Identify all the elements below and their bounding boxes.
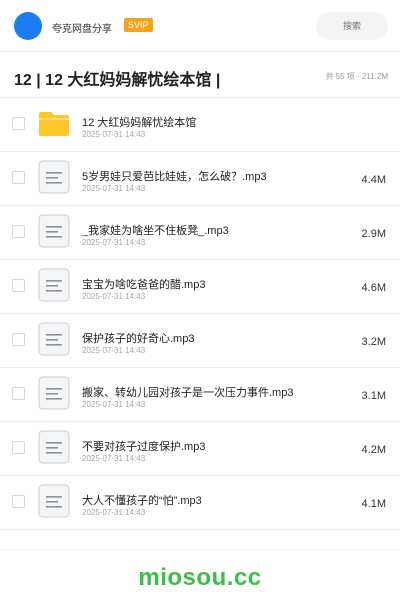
file-name[interactable]: 保护孩子的好奇心.mp3 — [82, 330, 194, 346]
file-name[interactable]: 搬家、转幼儿园对孩子是一次压力事件.mp3 — [82, 384, 293, 400]
document-icon — [38, 268, 70, 302]
file-row[interactable]: _我家娃为啥坐不住板凳_.mp3 2025-07-31 14:43 2.9M — [0, 206, 400, 260]
file-date: 2025-07-31 14:43 — [82, 346, 146, 355]
select-checkbox[interactable] — [12, 495, 25, 508]
brand-label: 夸克网盘分享 — [52, 24, 112, 35]
file-size: 2.9M — [361, 228, 386, 240]
document-icon — [38, 214, 70, 248]
select-checkbox[interactable] — [12, 171, 25, 184]
folder-icon — [38, 106, 70, 140]
file-size: 4.2M — [361, 444, 386, 456]
document-icon — [38, 484, 70, 518]
file-size: 3.2M — [361, 336, 386, 348]
file-date: 2025-07-31 14:43 — [82, 130, 146, 139]
page-title: 12 | 12 大红妈妈解忧绘本馆 | — [14, 72, 221, 89]
document-icon — [38, 376, 70, 410]
file-name[interactable]: 不要对孩子过度保护.mp3 — [82, 438, 205, 454]
file-row[interactable]: 5岁男娃只爱芭比娃娃，怎么破？.mp3 2025-07-31 14:43 4.4M — [0, 152, 400, 206]
document-icon — [38, 322, 70, 356]
file-date: 2025-07-31 14:43 — [82, 238, 146, 247]
file-row[interactable]: 保护孩子的好奇心.mp3 2025-07-31 14:43 3.2M — [0, 314, 400, 368]
search-input[interactable] — [316, 12, 388, 40]
file-size: 4.6M — [361, 282, 386, 294]
file-size: 4.1M — [361, 498, 386, 510]
select-checkbox[interactable] — [12, 225, 25, 238]
file-date: 2025-07-31 14:43 — [82, 292, 146, 301]
file-row[interactable]: 搬家、转幼儿园对孩子是一次压力事件.mp3 2025-07-31 14:43 3.1… — [0, 368, 400, 422]
site-logo: miosou.cc — [138, 564, 262, 591]
select-checkbox[interactable] — [12, 441, 25, 454]
file-name[interactable]: 12 大红妈妈解忧绘本馆 — [82, 114, 196, 130]
file-name[interactable]: 5岁男娃只爱芭比娃娃，怎么破？.mp3 — [82, 168, 267, 184]
file-list: 12 大红妈妈解忧绘本馆 2025-07-31 14:43 5岁男娃只爱芭比娃娃，怎… — [0, 98, 400, 530]
svip-badge: SVIP — [124, 18, 153, 32]
footer: miosou.cc — [0, 549, 400, 600]
select-checkbox[interactable] — [12, 117, 25, 130]
file-name[interactable]: _我家娃为啥坐不住板凳_.mp3 — [82, 222, 229, 238]
item-count-summary: 共 55 项 · 211.2M — [325, 72, 388, 81]
file-name[interactable]: 宝宝为啥吃爸爸的醋.mp3 — [82, 276, 205, 292]
file-date: 2025-07-31 14:43 — [82, 400, 146, 409]
folder-row[interactable]: 12 大红妈妈解忧绘本馆 2025-07-31 14:43 — [0, 98, 400, 152]
file-size: 4.4M — [361, 174, 386, 186]
file-date: 2025-07-31 14:43 — [82, 184, 146, 193]
select-checkbox[interactable] — [12, 387, 25, 400]
avatar[interactable] — [14, 12, 42, 40]
file-row[interactable]: 大人不懂孩子的“怕”.mp3 2025-07-31 14:43 4.1M — [0, 476, 400, 530]
folder-title-bar: 12 | 12 大红妈妈解忧绘本馆 | 共 55 项 · 211.2M — [0, 52, 400, 98]
select-checkbox[interactable] — [12, 333, 25, 346]
file-row[interactable]: 宝宝为啥吃爸爸的醋.mp3 2025-07-31 14:43 4.6M — [0, 260, 400, 314]
file-size: 3.1M — [361, 390, 386, 402]
select-checkbox[interactable] — [12, 279, 25, 292]
file-date: 2025-07-31 14:43 — [82, 508, 146, 517]
document-icon — [38, 160, 70, 194]
file-row[interactable]: 不要对孩子过度保护.mp3 2025-07-31 14:43 4.2M — [0, 422, 400, 476]
top-header: 夸克网盘分享 SVIP — [0, 0, 400, 52]
document-icon — [38, 430, 70, 464]
file-name[interactable]: 大人不懂孩子的“怕”.mp3 — [82, 492, 202, 508]
file-date: 2025-07-31 14:43 — [82, 454, 146, 463]
